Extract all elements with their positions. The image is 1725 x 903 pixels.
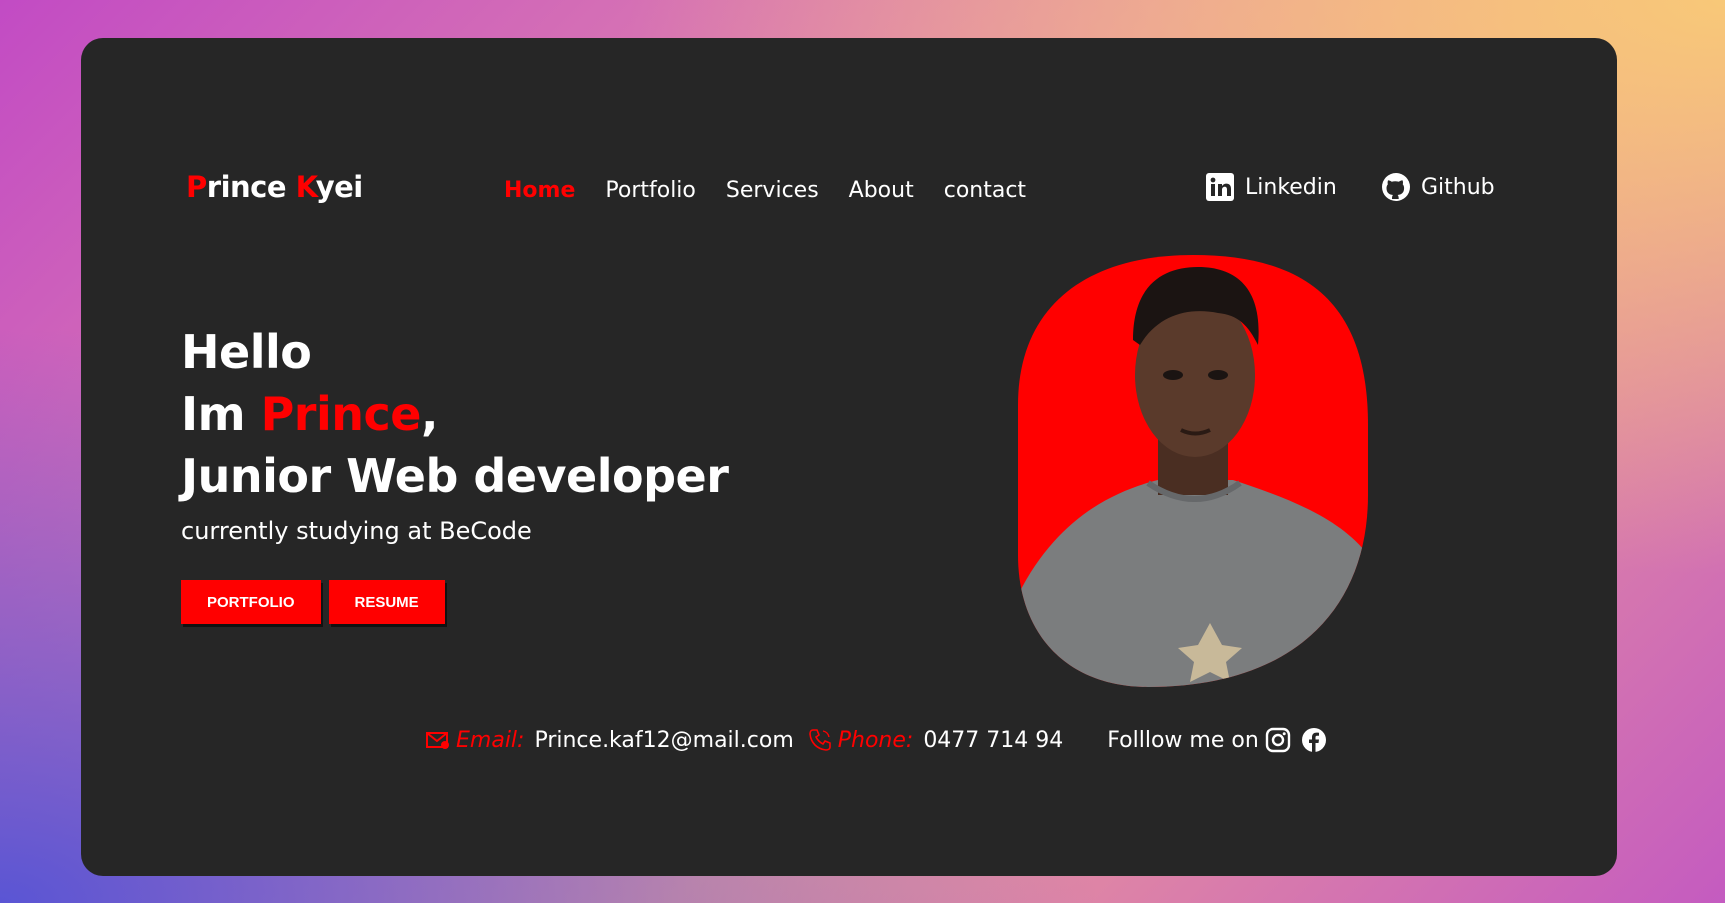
phone-number[interactable]: 0477 714 94 — [923, 728, 1063, 753]
email-icon — [426, 732, 449, 749]
brand-logo[interactable]: Prince Kyei — [186, 170, 363, 204]
nav-about[interactable]: About — [849, 176, 914, 206]
hero-section: Hello Im Prince, Junior Web developer cu… — [181, 321, 729, 545]
hero-subtitle: currently studying at BeCode — [181, 517, 532, 545]
portfolio-button[interactable]: PORTFOLIO — [181, 580, 321, 624]
hero-role: Junior Web developer — [181, 449, 729, 503]
hero-intro-prefix: Im — [181, 387, 261, 441]
contact-bar: Email: Prince.kaf12@mail.com Phone: 0477… — [426, 727, 1327, 753]
hero-intro-suffix: , — [420, 387, 438, 441]
github-link[interactable]: Github — [1381, 172, 1495, 202]
brand-first-name: rince — [206, 170, 296, 204]
nav-contact[interactable]: contact — [944, 176, 1026, 206]
hero-name: Prince — [260, 387, 422, 441]
phone-icon — [808, 729, 831, 751]
main-nav: Home Portfolio Services About contact — [504, 176, 1056, 206]
brand-initial-first: P — [186, 170, 207, 204]
hero-buttons: PORTFOLIO RESUME — [181, 580, 445, 624]
linkedin-label: Linkedin — [1245, 174, 1337, 200]
brand-initial-last: K — [295, 170, 317, 204]
phone-label: Phone: — [837, 727, 914, 753]
nav-home[interactable]: Home — [504, 176, 575, 206]
email-address[interactable]: Prince.kaf12@mail.com — [534, 728, 793, 753]
email-label: Email: — [456, 727, 525, 753]
linkedin-link[interactable]: Linkedin — [1205, 172, 1337, 202]
nav-services[interactable]: Services — [726, 176, 819, 206]
facebook-icon[interactable] — [1301, 727, 1327, 753]
instagram-icon[interactable] — [1265, 727, 1291, 753]
resume-button[interactable]: RESUME — [328, 580, 445, 624]
follow-label: Folllow me on — [1107, 727, 1259, 753]
github-icon — [1382, 173, 1410, 201]
profile-photo — [1018, 255, 1368, 687]
nav-portfolio[interactable]: Portfolio — [605, 176, 696, 206]
hero-greeting: Hello — [181, 325, 312, 379]
linkedin-icon — [1206, 173, 1234, 201]
brand-last-name: yei — [315, 170, 364, 204]
main-card: Prince Kyei Home Portfolio Services Abou… — [81, 38, 1617, 876]
github-label: Github — [1421, 174, 1495, 200]
hero-intro: Im Prince, — [181, 383, 728, 445]
